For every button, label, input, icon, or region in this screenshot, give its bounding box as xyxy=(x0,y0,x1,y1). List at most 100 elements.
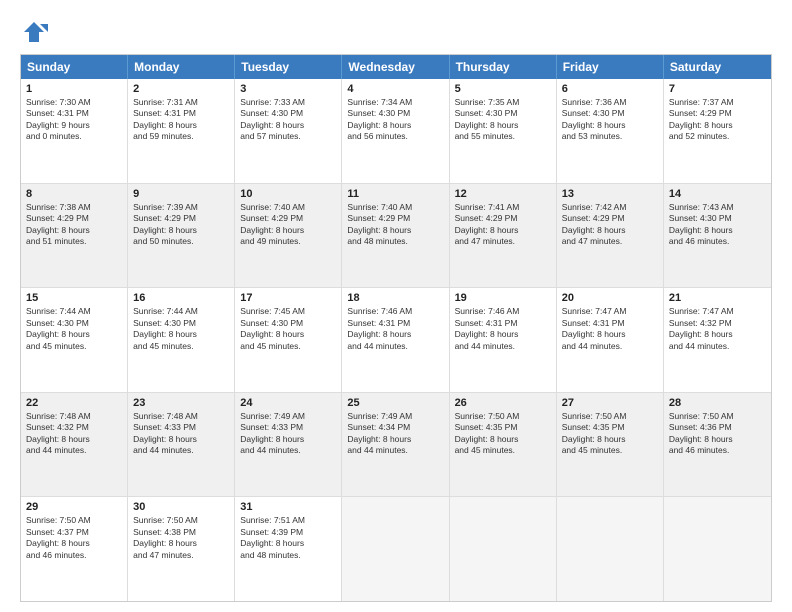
cell-info: Sunrise: 7:49 AMSunset: 4:34 PMDaylight:… xyxy=(347,411,443,457)
cell-info: Sunrise: 7:30 AMSunset: 4:31 PMDaylight:… xyxy=(26,97,122,143)
calendar-cell-18: 18Sunrise: 7:46 AMSunset: 4:31 PMDayligh… xyxy=(342,288,449,392)
cell-info: Sunrise: 7:50 AMSunset: 4:37 PMDaylight:… xyxy=(26,515,122,561)
calendar-cell-9: 9 Sunrise: 7:39 AMSunset: 4:29 PMDaylight… xyxy=(128,184,235,288)
calendar-cell-31: 31Sunrise: 7:51 AMSunset: 4:39 PMDayligh… xyxy=(235,497,342,601)
header-day-friday: Friday xyxy=(557,55,664,79)
cell-info: Sunrise: 7:50 AMSunset: 4:35 PMDaylight:… xyxy=(562,411,658,457)
day-number: 24 xyxy=(240,397,336,409)
cell-info: Sunrise: 7:47 AMSunset: 4:31 PMDaylight:… xyxy=(562,306,658,352)
cell-info: Sunrise: 7:37 AMSunset: 4:29 PMDaylight:… xyxy=(669,97,766,143)
logo xyxy=(20,18,52,46)
cell-info: Sunrise: 7:43 AMSunset: 4:30 PMDaylight:… xyxy=(669,202,766,248)
calendar-cell-25: 25 Sunrise: 7:49 AMSunset: 4:34 PMDayligh… xyxy=(342,393,449,497)
day-number: 19 xyxy=(455,292,551,304)
header-day-saturday: Saturday xyxy=(664,55,771,79)
day-number: 7 xyxy=(669,83,766,95)
cell-info: Sunrise: 7:31 AMSunset: 4:31 PMDaylight:… xyxy=(133,97,229,143)
calendar-cell-22: 22 Sunrise: 7:48 AMSunset: 4:32 PMDayligh… xyxy=(21,393,128,497)
calendar-row-4: 22 Sunrise: 7:48 AMSunset: 4:32 PMDayligh… xyxy=(21,392,771,497)
day-number: 1 xyxy=(26,83,122,95)
cell-info: Sunrise: 7:36 AMSunset: 4:30 PMDaylight:… xyxy=(562,97,658,143)
calendar-cell-29: 29 Sunrise: 7:50 AMSunset: 4:37 PMDayligh… xyxy=(21,497,128,601)
calendar-cell-empty-5 xyxy=(557,497,664,601)
cell-info: Sunrise: 7:40 AMSunset: 4:29 PMDaylight:… xyxy=(347,202,443,248)
cell-info: Sunrise: 7:44 AMSunset: 4:30 PMDaylight:… xyxy=(26,306,122,352)
calendar-cell-1: 1 Sunrise: 7:30 AMSunset: 4:31 PMDaylight… xyxy=(21,79,128,183)
calendar-cell-13: 13 Sunrise: 7:42 AMSunset: 4:29 PMDayligh… xyxy=(557,184,664,288)
day-number: 9 xyxy=(133,188,229,200)
calendar-cell-26: 26 Sunrise: 7:50 AMSunset: 4:35 PMDayligh… xyxy=(450,393,557,497)
header-day-sunday: Sunday xyxy=(21,55,128,79)
day-number: 11 xyxy=(347,188,443,200)
day-number: 20 xyxy=(562,292,658,304)
calendar-cell-21: 21Sunrise: 7:47 AMSunset: 4:32 PMDayligh… xyxy=(664,288,771,392)
calendar-row-1: 1 Sunrise: 7:30 AMSunset: 4:31 PMDaylight… xyxy=(21,79,771,183)
day-number: 14 xyxy=(669,188,766,200)
cell-info: Sunrise: 7:46 AMSunset: 4:31 PMDaylight:… xyxy=(347,306,443,352)
cell-info: Sunrise: 7:34 AMSunset: 4:30 PMDaylight:… xyxy=(347,97,443,143)
calendar: SundayMondayTuesdayWednesdayThursdayFrid… xyxy=(20,54,772,602)
cell-info: Sunrise: 7:49 AMSunset: 4:33 PMDaylight:… xyxy=(240,411,336,457)
calendar-cell-10: 10Sunrise: 7:40 AMSunset: 4:29 PMDayligh… xyxy=(235,184,342,288)
cell-info: Sunrise: 7:41 AMSunset: 4:29 PMDaylight:… xyxy=(455,202,551,248)
day-number: 16 xyxy=(133,292,229,304)
day-number: 10 xyxy=(240,188,336,200)
day-number: 15 xyxy=(26,292,122,304)
day-number: 26 xyxy=(455,397,551,409)
header-day-wednesday: Wednesday xyxy=(342,55,449,79)
calendar-cell-23: 23 Sunrise: 7:48 AMSunset: 4:33 PMDayligh… xyxy=(128,393,235,497)
cell-info: Sunrise: 7:38 AMSunset: 4:29 PMDaylight:… xyxy=(26,202,122,248)
calendar-cell-5: 5Sunrise: 7:35 AMSunset: 4:30 PMDaylight… xyxy=(450,79,557,183)
logo-icon xyxy=(20,18,48,46)
day-number: 25 xyxy=(347,397,443,409)
cell-info: Sunrise: 7:33 AMSunset: 4:30 PMDaylight:… xyxy=(240,97,336,143)
day-number: 12 xyxy=(455,188,551,200)
cell-info: Sunrise: 7:44 AMSunset: 4:30 PMDaylight:… xyxy=(133,306,229,352)
day-number: 4 xyxy=(347,83,443,95)
calendar-cell-12: 12 Sunrise: 7:41 AMSunset: 4:29 PMDayligh… xyxy=(450,184,557,288)
day-number: 30 xyxy=(133,501,229,513)
day-number: 17 xyxy=(240,292,336,304)
calendar-cell-empty-4 xyxy=(450,497,557,601)
cell-info: Sunrise: 7:47 AMSunset: 4:32 PMDaylight:… xyxy=(669,306,766,352)
day-number: 28 xyxy=(669,397,766,409)
calendar-cell-30: 30 Sunrise: 7:50 AMSunset: 4:38 PMDayligh… xyxy=(128,497,235,601)
calendar-row-3: 15 Sunrise: 7:44 AMSunset: 4:30 PMDayligh… xyxy=(21,287,771,392)
calendar-cell-2: 2 Sunrise: 7:31 AMSunset: 4:31 PMDaylight… xyxy=(128,79,235,183)
calendar-row-2: 8 Sunrise: 7:38 AMSunset: 4:29 PMDaylight… xyxy=(21,183,771,288)
calendar-cell-19: 19Sunrise: 7:46 AMSunset: 4:31 PMDayligh… xyxy=(450,288,557,392)
cell-info: Sunrise: 7:51 AMSunset: 4:39 PMDaylight:… xyxy=(240,515,336,561)
cell-info: Sunrise: 7:48 AMSunset: 4:33 PMDaylight:… xyxy=(133,411,229,457)
header xyxy=(20,18,772,46)
header-day-monday: Monday xyxy=(128,55,235,79)
day-number: 6 xyxy=(562,83,658,95)
day-number: 29 xyxy=(26,501,122,513)
calendar-cell-6: 6 Sunrise: 7:36 AMSunset: 4:30 PMDaylight… xyxy=(557,79,664,183)
day-number: 2 xyxy=(133,83,229,95)
day-number: 22 xyxy=(26,397,122,409)
day-number: 13 xyxy=(562,188,658,200)
cell-info: Sunrise: 7:50 AMSunset: 4:36 PMDaylight:… xyxy=(669,411,766,457)
calendar-cell-11: 11 Sunrise: 7:40 AMSunset: 4:29 PMDayligh… xyxy=(342,184,449,288)
cell-info: Sunrise: 7:50 AMSunset: 4:38 PMDaylight:… xyxy=(133,515,229,561)
calendar-cell-28: 28 Sunrise: 7:50 AMSunset: 4:36 PMDayligh… xyxy=(664,393,771,497)
day-number: 8 xyxy=(26,188,122,200)
cell-info: Sunrise: 7:35 AMSunset: 4:30 PMDaylight:… xyxy=(455,97,551,143)
cell-info: Sunrise: 7:42 AMSunset: 4:29 PMDaylight:… xyxy=(562,202,658,248)
cell-info: Sunrise: 7:48 AMSunset: 4:32 PMDaylight:… xyxy=(26,411,122,457)
day-number: 23 xyxy=(133,397,229,409)
cell-info: Sunrise: 7:45 AMSunset: 4:30 PMDaylight:… xyxy=(240,306,336,352)
calendar-cell-3: 3Sunrise: 7:33 AMSunset: 4:30 PMDaylight… xyxy=(235,79,342,183)
day-number: 27 xyxy=(562,397,658,409)
calendar-cell-17: 17 Sunrise: 7:45 AMSunset: 4:30 PMDayligh… xyxy=(235,288,342,392)
header-day-tuesday: Tuesday xyxy=(235,55,342,79)
calendar-cell-empty-6 xyxy=(664,497,771,601)
cell-info: Sunrise: 7:39 AMSunset: 4:29 PMDaylight:… xyxy=(133,202,229,248)
calendar-body: 1 Sunrise: 7:30 AMSunset: 4:31 PMDaylight… xyxy=(21,79,771,601)
calendar-cell-27: 27 Sunrise: 7:50 AMSunset: 4:35 PMDayligh… xyxy=(557,393,664,497)
calendar-cell-16: 16 Sunrise: 7:44 AMSunset: 4:30 PMDayligh… xyxy=(128,288,235,392)
page: SundayMondayTuesdayWednesdayThursdayFrid… xyxy=(0,0,792,612)
cell-info: Sunrise: 7:50 AMSunset: 4:35 PMDaylight:… xyxy=(455,411,551,457)
calendar-cell-7: 7 Sunrise: 7:37 AMSunset: 4:29 PMDaylight… xyxy=(664,79,771,183)
calendar-cell-8: 8 Sunrise: 7:38 AMSunset: 4:29 PMDaylight… xyxy=(21,184,128,288)
